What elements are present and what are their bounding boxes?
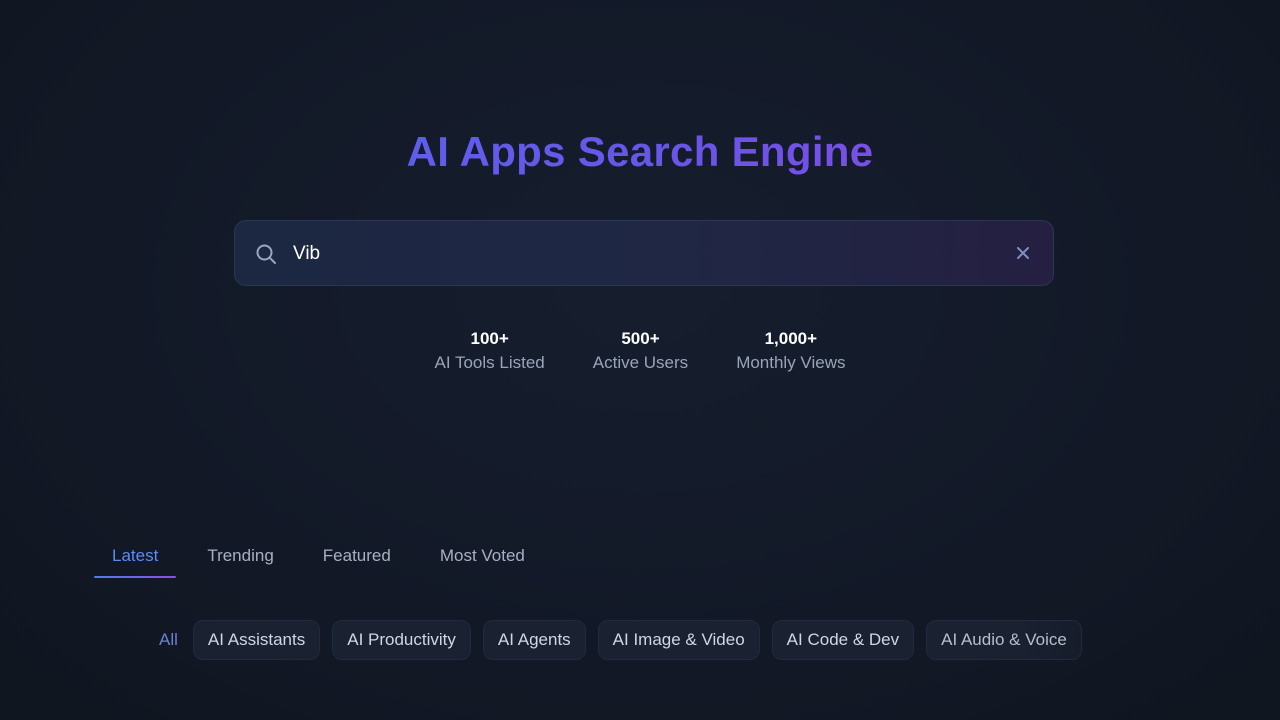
- stat-label: AI Tools Listed: [434, 353, 545, 372]
- stat-label: Active Users: [592, 353, 689, 372]
- stat-users: 500+ Active Users: [593, 328, 688, 376]
- category-chip-ai-agents[interactable]: AI Agents: [482, 620, 586, 660]
- sort-tabs: Latest Trending Featured Most Voted: [94, 540, 556, 578]
- stat-label: Monthly Views: [736, 353, 846, 372]
- category-chip-ai-audio-voice[interactable]: AI Audio & Voice: [926, 620, 1082, 660]
- stat-value: 500+: [621, 329, 660, 348]
- tab-most-voted[interactable]: Most Voted: [422, 540, 543, 578]
- close-icon[interactable]: [1015, 245, 1031, 261]
- page: AI Apps Search Engine 100+ AI Tools List…: [0, 0, 1280, 720]
- category-chip-ai-assistants[interactable]: AI Assistants: [192, 620, 321, 660]
- stat-tools: 100+ AI Tools Listed: [435, 328, 545, 376]
- search-icon: [255, 243, 277, 265]
- stats-row: 100+ AI Tools Listed 500+ Active Users 1…: [0, 328, 1280, 376]
- tab-featured[interactable]: Featured: [305, 540, 409, 578]
- category-chip-ai-productivity[interactable]: AI Productivity: [332, 620, 471, 660]
- stat-value: 100+: [470, 329, 509, 348]
- page-title: AI Apps Search Engine: [0, 128, 1280, 176]
- tab-latest[interactable]: Latest: [94, 540, 177, 578]
- category-chip-ai-image-video[interactable]: AI Image & Video: [597, 620, 760, 660]
- stat-views: 1,000+ Monthly Views: [736, 328, 845, 376]
- category-filters: All AI Assistants AI Productivity AI Age…: [150, 620, 1094, 660]
- category-chip-ai-code-dev[interactable]: AI Code & Dev: [771, 620, 915, 660]
- category-chip-all[interactable]: All: [150, 620, 187, 660]
- stat-value: 1,000+: [764, 329, 818, 348]
- search-input[interactable]: [293, 235, 993, 273]
- search-bar[interactable]: [234, 220, 1054, 286]
- tab-trending[interactable]: Trending: [189, 540, 291, 578]
